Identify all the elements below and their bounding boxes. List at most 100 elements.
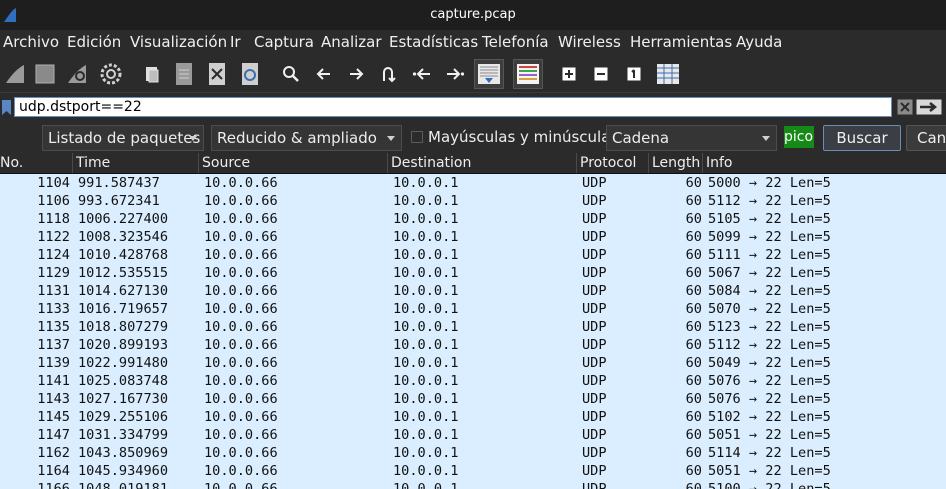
find-button[interactable]: Buscar	[823, 125, 901, 151]
packet-row[interactable]: 1133 1016.719657 10.0.0.66 10.0.0.1 UDP 60 507…	[0, 300, 946, 318]
normal-size-icon[interactable]	[620, 59, 648, 89]
column-header-length[interactable]: Length	[649, 153, 703, 173]
display-filter-input[interactable]	[14, 97, 892, 117]
search-type-select[interactable]: Cadena	[606, 125, 777, 151]
packet-cell-dst: 10.0.0.1	[393, 427, 459, 443]
packet-cell-time: 1020.899193	[78, 337, 169, 353]
restart-capture-icon[interactable]	[63, 59, 91, 89]
packet-cell-dst: 10.0.0.1	[393, 355, 459, 371]
clear-filter-icon[interactable]	[897, 99, 913, 115]
chevron-down-icon	[762, 136, 770, 141]
column-header-no[interactable]: No.	[0, 153, 73, 173]
menu-analizar[interactable]: Analizar	[321, 33, 382, 51]
packet-cell-len: 60	[685, 211, 702, 227]
menu-archivo[interactable]: Archivo	[3, 33, 59, 51]
packet-cell-no: 1135	[37, 319, 70, 335]
packet-cell-info: 5112 → 22 Len=5	[708, 337, 831, 353]
zoom-in-icon[interactable]	[555, 59, 583, 89]
packet-cell-no: 1162	[37, 445, 70, 461]
packet-row[interactable]: 1104 991.587437 10.0.0.66 10.0.0.1 UDP 60 5000…	[0, 174, 946, 192]
packet-cell-proto: UDP	[582, 463, 607, 479]
column-header-protocol[interactable]: Protocol	[577, 153, 649, 173]
packet-cell-time: 1022.991480	[78, 355, 169, 371]
packet-cell-info: 5105 → 22 Len=5	[708, 211, 831, 227]
packet-row[interactable]: 1122 1008.323546 10.0.0.66 10.0.0.1 UDP 60 509…	[0, 228, 946, 246]
open-file-icon[interactable]	[138, 59, 166, 89]
column-header-info[interactable]: Info	[703, 153, 946, 173]
packet-row[interactable]: 1164 1045.934960 10.0.0.66 10.0.0.1 UDP 60 505…	[0, 462, 946, 480]
menu-herramientas[interactable]: Herramientas	[630, 33, 732, 51]
packet-cell-no: 1124	[37, 247, 70, 263]
packet-row[interactable]: 1139 1022.991480 10.0.0.66 10.0.0.1 UDP 60 504…	[0, 354, 946, 372]
packet-cell-proto: UDP	[582, 229, 607, 245]
go-to-packet-icon[interactable]	[374, 59, 402, 89]
packet-cell-time: 1014.627130	[78, 283, 169, 299]
packet-row[interactable]: 1145 1029.255106 10.0.0.66 10.0.0.1 UDP 60 510…	[0, 408, 946, 426]
regex-toggle[interactable]: pico	[784, 126, 814, 148]
packet-cell-info: 5076 → 22 Len=5	[708, 391, 831, 407]
packet-cell-no: 1104	[37, 175, 70, 191]
column-header-source[interactable]: Source	[199, 153, 388, 173]
auto-scroll-icon[interactable]	[474, 59, 504, 89]
go-last-packet-icon[interactable]	[441, 59, 469, 89]
packet-row[interactable]: 1143 1027.167730 10.0.0.66 10.0.0.1 UDP 60 507…	[0, 390, 946, 408]
menu-estadisticas[interactable]: Estadísticas	[389, 33, 478, 51]
packet-row[interactable]: 1118 1006.227400 10.0.0.66 10.0.0.1 UDP 60 510…	[0, 210, 946, 228]
packet-cell-len: 60	[685, 337, 702, 353]
menu-wireless[interactable]: Wireless	[558, 33, 621, 51]
search-in-select[interactable]: Listado de paquetes	[42, 125, 204, 151]
packet-cell-dst: 10.0.0.1	[393, 193, 459, 209]
packet-cell-proto: UDP	[582, 211, 607, 227]
start-capture-icon[interactable]	[1, 59, 29, 89]
menu-visualizacion[interactable]: Visualización	[130, 33, 227, 51]
packet-row[interactable]: 1166 1048.019181 10.0.0.66 10.0.0.1 UDP 60 510…	[0, 480, 946, 489]
packet-row[interactable]: 1124 1010.428768 10.0.0.66 10.0.0.1 UDP 60 511…	[0, 246, 946, 264]
packet-row[interactable]: 1131 1014.627130 10.0.0.66 10.0.0.1 UDP 60 508…	[0, 282, 946, 300]
packet-cell-time: 1045.934960	[78, 463, 169, 479]
packet-row[interactable]: 1141 1025.083748 10.0.0.66 10.0.0.1 UDP 60 507…	[0, 372, 946, 390]
menu-ayuda[interactable]: Ayuda	[736, 33, 782, 51]
go-forward-icon[interactable]	[342, 59, 370, 89]
save-file-icon[interactable]	[170, 59, 198, 89]
capture-options-icon[interactable]	[97, 59, 125, 89]
case-sensitive-checkbox[interactable]	[411, 131, 423, 143]
filter-bookmark-icon[interactable]	[2, 100, 11, 115]
menu-captura[interactable]: Captura	[254, 33, 314, 51]
packet-row[interactable]: 1147 1031.334799 10.0.0.66 10.0.0.1 UDP 60 505…	[0, 426, 946, 444]
column-header-destination[interactable]: Destination	[388, 153, 577, 173]
reload-file-icon[interactable]	[236, 59, 264, 89]
go-first-packet-icon[interactable]	[408, 59, 436, 89]
packet-row[interactable]: 1135 1018.807279 10.0.0.66 10.0.0.1 UDP 60 512…	[0, 318, 946, 336]
packet-cell-time: 1016.719657	[78, 301, 169, 317]
packet-cell-dst: 10.0.0.1	[393, 283, 459, 299]
close-file-icon[interactable]	[203, 59, 231, 89]
packet-cell-info: 5067 → 22 Len=5	[708, 265, 831, 281]
go-back-icon[interactable]	[310, 59, 338, 89]
colorize-icon[interactable]	[513, 59, 543, 89]
apply-filter-icon[interactable]	[916, 99, 942, 115]
packet-cell-dst: 10.0.0.1	[393, 319, 459, 335]
menu-edicion[interactable]: Edición	[67, 33, 121, 51]
char-width-select[interactable]: Reducido & ampliado	[211, 125, 402, 151]
packet-cell-src: 10.0.0.66	[204, 337, 278, 353]
packet-cell-time: 1031.334799	[78, 427, 169, 443]
packet-row[interactable]: 1162 1043.850969 10.0.0.66 10.0.0.1 UDP 60 511…	[0, 444, 946, 462]
stop-capture-icon[interactable]	[31, 59, 59, 89]
packet-cell-no: 1147	[37, 427, 70, 443]
column-header-time[interactable]: Time	[73, 153, 199, 173]
packet-cell-info: 5084 → 22 Len=5	[708, 283, 831, 299]
menu-ir[interactable]: Ir	[230, 33, 241, 51]
packet-row[interactable]: 1129 1012.535515 10.0.0.66 10.0.0.1 UDP 60 506…	[0, 264, 946, 282]
zoom-out-icon[interactable]	[587, 59, 615, 89]
packet-cell-time: 1027.167730	[78, 391, 169, 407]
packet-cell-len: 60	[685, 319, 702, 335]
packet-cell-time: 991.587437	[78, 175, 160, 191]
cancel-button[interactable]: Cancelar	[906, 125, 946, 151]
packet-row[interactable]: 1106 993.672341 10.0.0.66 10.0.0.1 UDP 60 5112…	[0, 192, 946, 210]
find-packet-icon[interactable]	[277, 59, 305, 89]
resize-columns-icon[interactable]	[654, 59, 682, 89]
packet-row[interactable]: 1137 1020.899193 10.0.0.66 10.0.0.1 UDP 60 511…	[0, 336, 946, 354]
packet-list[interactable]: 1104 991.587437 10.0.0.66 10.0.0.1 UDP 60 5000…	[0, 174, 946, 489]
display-filter-bar	[0, 96, 946, 120]
menu-telefonia[interactable]: Telefonía	[482, 33, 549, 51]
